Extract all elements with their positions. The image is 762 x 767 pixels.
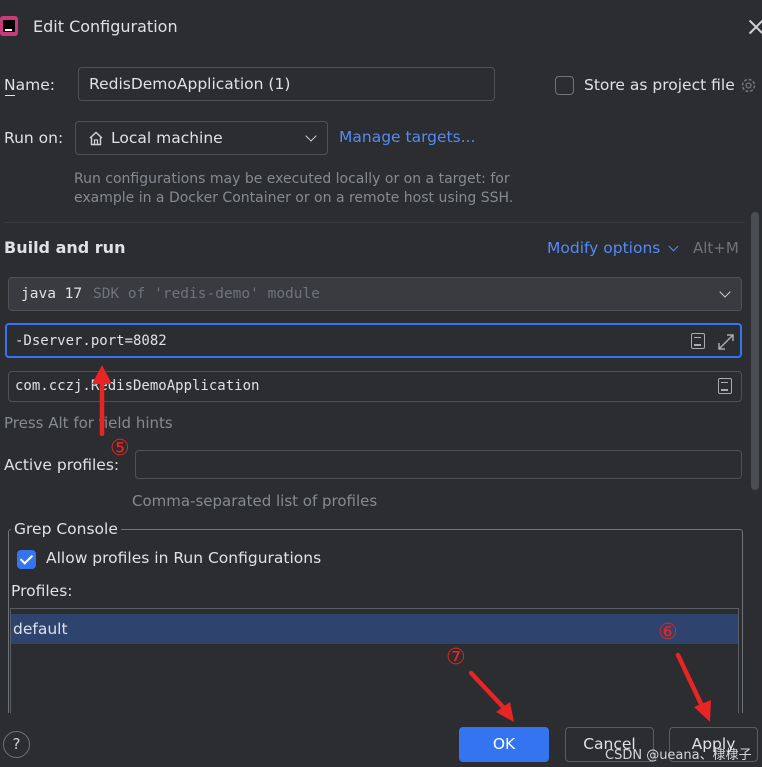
name-label-text: Name: [4,76,55,94]
store-as-project-label: Store as project file [584,76,735,94]
browse-class-icon[interactable] [718,378,732,394]
modify-options-shortcut: Alt+M [693,239,739,257]
vm-options-input[interactable]: -Dserver.port=8082 [5,323,742,358]
red-annotation-arrow-up [92,365,112,436]
vm-options-value: -Dserver.port=8082 [15,333,167,349]
allow-profiles-label: Allow profiles in Run Configurations [46,549,322,567]
profiles-label: Profiles: [11,582,73,600]
ok-button-label: OK [492,735,516,753]
ok-button[interactable]: OK [459,727,549,762]
csdn-watermark: CSDN @ueana、棣棣子 [605,748,752,763]
close-icon[interactable] [748,19,762,35]
annotation-six: ⑥ [658,620,678,645]
title-bar: Edit Configuration [0,0,762,54]
chevron-down-icon [719,286,731,298]
maximize-icon[interactable] [716,332,736,352]
dialog-title: Edit Configuration [33,17,178,36]
allow-profiles-checkbox[interactable] [17,550,36,569]
run-on-label: Run on: [4,129,64,147]
active-profiles-input[interactable] [135,450,742,479]
expand-text-icon[interactable] [691,333,705,349]
field-hints-text: Press Alt for field hints [4,414,173,432]
intellij-app-icon [0,16,18,36]
active-profiles-label: Active profiles: [4,456,120,474]
gear-icon[interactable] [740,77,757,94]
profile-default: default [13,620,68,638]
main-class-value: com.cczj.RedisDemoApplication [15,378,260,394]
main-class-input[interactable]: com.cczj.RedisDemoApplication [8,371,742,402]
name-input-value: RedisDemoApplication (1) [89,75,291,93]
run-on-dropdown[interactable]: Local machine [75,121,328,155]
build-and-run-heading: Build and run [4,238,126,257]
red-annotation-arrow-apply [675,652,711,722]
red-annotation-arrow-ok [468,670,514,722]
mnemonic-underline [5,95,15,96]
jdk-dropdown[interactable]: java 17 SDK of 'redis-demo' module [8,277,742,311]
store-as-project-checkbox[interactable] [555,76,574,95]
name-input[interactable]: RedisDemoApplication (1) [78,67,495,101]
modify-options-link[interactable]: Modify options [547,239,660,257]
annotation-seven: ⑦ [446,645,466,670]
home-icon [88,131,104,146]
jdk-description: SDK of 'redis-demo' module [93,286,320,302]
vertical-scrollbar[interactable] [751,212,759,490]
chevron-down-icon [305,130,317,142]
modify-options-chevron-icon [668,241,679,252]
active-profiles-hint: Comma-separated list of profiles [132,492,378,510]
section-separator [4,222,745,223]
list-item-selected[interactable]: default [11,614,738,644]
help-button[interactable]: ? [3,731,30,758]
grep-console-legend: Grep Console [11,520,121,538]
run-on-hint: Run configurations may be executed local… [74,171,514,206]
name-label: Name: [4,76,55,96]
run-on-value: Local machine [111,129,223,147]
jdk-version: java 17 [21,286,83,302]
manage-targets-link[interactable]: Manage targets... [339,128,475,146]
help-icon: ? [12,735,21,753]
